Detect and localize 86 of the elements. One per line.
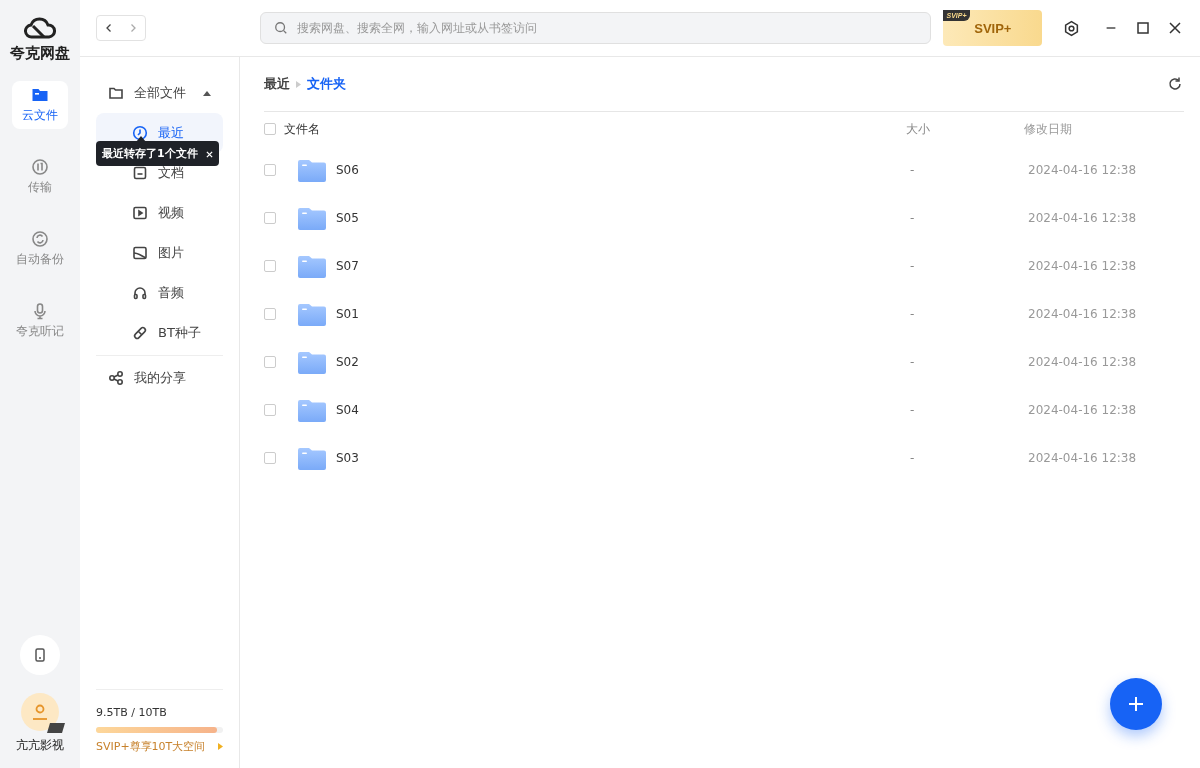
sidebar-item[interactable]: 视频 xyxy=(96,193,223,233)
file-name[interactable]: S03 xyxy=(336,451,906,465)
row-checkbox[interactable] xyxy=(264,260,276,272)
phone-button[interactable] xyxy=(20,635,60,675)
row-checkbox[interactable] xyxy=(264,164,276,176)
column-header: 文件名 xyxy=(284,120,321,138)
file-name[interactable]: S02 xyxy=(336,355,906,369)
refresh-icon xyxy=(1167,76,1183,92)
column-header: 大小 xyxy=(906,120,931,138)
storage-usage: 9.5TB / 10TB xyxy=(96,706,168,719)
close-icon xyxy=(1169,22,1181,34)
file-name[interactable]: S04 xyxy=(336,403,906,417)
caret-icon xyxy=(203,90,211,96)
minimize-icon xyxy=(1104,27,1118,29)
arrow-right-icon xyxy=(218,743,223,750)
file-name[interactable]: S05 xyxy=(336,211,906,225)
cloud-logo-icon xyxy=(24,14,56,40)
rail-tab[interactable]: 云文件 xyxy=(12,81,68,129)
file-size: - xyxy=(909,451,916,465)
maximize-icon xyxy=(1137,22,1149,34)
row-checkbox[interactable] xyxy=(264,452,276,464)
folder-icon xyxy=(298,446,326,470)
row-checkbox[interactable] xyxy=(264,404,276,416)
user-avatar[interactable] xyxy=(21,693,59,731)
modified-date: 2024-04-16 12:38 xyxy=(1027,355,1138,369)
sidebar-item[interactable]: 我的分享 xyxy=(96,358,223,398)
sidebar-item[interactable]: 全部文件 xyxy=(96,73,223,113)
clock-icon xyxy=(132,125,148,141)
backup-icon xyxy=(31,230,49,248)
person-icon xyxy=(30,702,50,722)
folder-icon xyxy=(298,254,326,278)
select-all-checkbox[interactable] xyxy=(264,123,276,135)
breadcrumb-link[interactable]: 最近 xyxy=(264,75,290,93)
breadcrumb-arrow-icon xyxy=(296,80,301,88)
vip-badge-icon xyxy=(47,723,65,733)
row-checkbox[interactable] xyxy=(264,308,276,320)
modified-date: 2024-04-16 12:38 xyxy=(1027,451,1138,465)
headphones-icon xyxy=(132,285,148,301)
modified-date: 2024-04-16 12:38 xyxy=(1027,163,1138,177)
refresh-button[interactable] xyxy=(1166,75,1184,93)
search-icon xyxy=(274,21,288,35)
file-size: - xyxy=(909,259,916,273)
folder-icon xyxy=(298,398,326,422)
modified-date: 2024-04-16 12:38 xyxy=(1027,403,1138,417)
close-icon xyxy=(205,150,213,158)
search-field[interactable]: 搜索网盘、搜索全网，输入网址或从书签访问 xyxy=(260,12,932,44)
folder-icon xyxy=(298,206,326,230)
file-size: - xyxy=(909,307,916,321)
file-size: - xyxy=(909,211,916,225)
row-checkbox[interactable] xyxy=(264,356,276,368)
app-name: 夸克网盘 xyxy=(10,44,70,63)
file-size: - xyxy=(909,355,916,369)
plus-icon xyxy=(1128,696,1144,712)
add-button[interactable] xyxy=(1110,678,1162,730)
image-icon xyxy=(132,245,148,261)
video-icon xyxy=(132,205,148,221)
modified-date: 2024-04-16 12:38 xyxy=(1027,259,1138,273)
document-icon xyxy=(132,165,148,181)
folder-icon xyxy=(31,86,49,104)
column-header: 修改日期 xyxy=(1024,120,1073,138)
maximize-button[interactable] xyxy=(1134,19,1152,37)
file-name[interactable]: S07 xyxy=(336,259,906,273)
folder-icon xyxy=(298,350,326,374)
modified-date: 2024-04-16 12:38 xyxy=(1027,211,1138,225)
phone-icon xyxy=(32,647,48,663)
sidebar-item[interactable]: BT种子 xyxy=(96,313,223,353)
microphone-icon xyxy=(31,302,49,320)
file-name[interactable]: S06 xyxy=(336,163,906,177)
breadcrumb-link[interactable]: 文件夹 xyxy=(307,75,346,93)
share-icon xyxy=(108,370,124,386)
folder-icon xyxy=(298,158,326,182)
chevron-left-icon xyxy=(104,23,114,33)
sidebar-item[interactable]: 图片 xyxy=(96,233,223,273)
settings-button[interactable] xyxy=(1062,19,1080,37)
file-size: - xyxy=(909,163,916,177)
link-icon xyxy=(132,325,148,341)
file-size: - xyxy=(909,403,916,417)
settings-icon xyxy=(1062,19,1080,37)
file-name[interactable]: S01 xyxy=(336,307,906,321)
sidebar-item[interactable]: 音频 xyxy=(96,273,223,313)
row-checkbox[interactable] xyxy=(264,212,276,224)
folder-icon xyxy=(108,85,124,101)
user-name: 亢亢影视 xyxy=(16,737,64,754)
modified-date: 2024-04-16 12:38 xyxy=(1027,307,1138,321)
chevron-right-icon xyxy=(128,23,138,33)
folder-icon xyxy=(298,302,326,326)
